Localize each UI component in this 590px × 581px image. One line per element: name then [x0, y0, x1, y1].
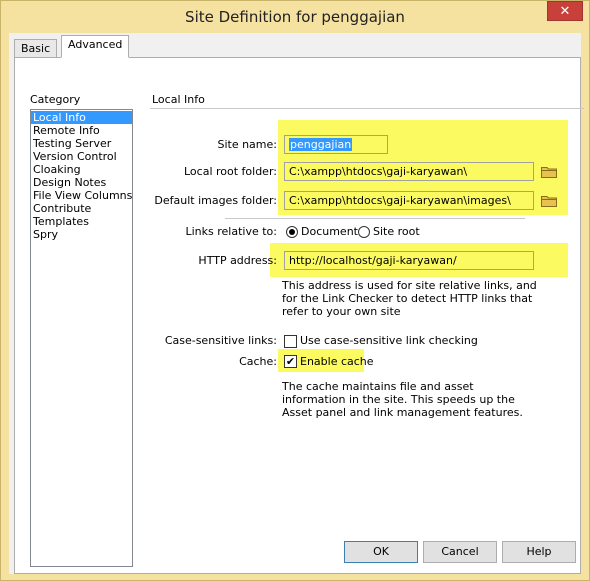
http-address-label: HTTP address: [198, 254, 277, 267]
http-help-text: This address is used for site relative l… [282, 279, 537, 318]
links-relative-label: Links relative to: [185, 225, 278, 238]
case-sensitive-label: Case-sensitive links: [164, 334, 277, 347]
dialog-client: Basic Advanced Category Local Info Remot… [9, 33, 584, 574]
radio-document[interactable] [286, 226, 298, 238]
category-item-cloaking[interactable]: Cloaking [31, 163, 132, 176]
radio-site-root-label: Site root [373, 225, 420, 238]
category-list[interactable]: Local Info Remote Info Testing Server Ve… [30, 109, 133, 567]
case-sensitive-checkbox[interactable] [284, 335, 297, 348]
category-item-version-control[interactable]: Version Control [31, 150, 132, 163]
tab-advanced[interactable]: Advanced [61, 35, 130, 58]
site-name-field[interactable]: penggajian [284, 135, 388, 154]
folder-icon[interactable] [541, 166, 557, 178]
default-images-field[interactable]: C:\xampp\htdocs\gaji-karyawan\images\ [284, 191, 534, 210]
cache-option-label: Enable cache [300, 355, 374, 368]
section-title: Local Info [152, 93, 205, 106]
window-title: Site Definition for penggajian [185, 8, 405, 26]
category-item-testing-server[interactable]: Testing Server [31, 137, 132, 150]
close-button[interactable]: ✕ [547, 1, 583, 21]
advanced-panel: Category Local Info Remote Info Testing … [14, 57, 584, 574]
category-item-design-notes[interactable]: Design Notes [31, 176, 132, 189]
help-button[interactable]: Help [502, 541, 576, 563]
default-images-label: Default images folder: [154, 194, 277, 207]
check-icon: ✔ [285, 355, 296, 368]
cache-label: Cache: [239, 355, 277, 368]
category-item-contribute[interactable]: Contribute [31, 202, 132, 215]
site-name-label: Site name: [217, 138, 277, 151]
tab-basic[interactable]: Basic [14, 39, 58, 57]
cache-checkbox[interactable]: ✔ [284, 355, 297, 368]
local-root-label: Local root folder: [183, 165, 277, 178]
category-item-spry[interactable]: Spry [31, 228, 132, 241]
cache-help-text: The cache maintains file and asset infor… [282, 380, 523, 419]
radio-document-label: Document [301, 225, 358, 238]
section-divider [150, 108, 584, 109]
category-item-templates[interactable]: Templates [31, 215, 132, 228]
local-root-field[interactable]: C:\xampp\htdocs\gaji-karyawan\ [284, 162, 534, 181]
category-heading: Category [30, 93, 81, 106]
cancel-button[interactable]: Cancel [423, 541, 497, 563]
category-item-remote-info[interactable]: Remote Info [31, 124, 132, 137]
site-name-value: penggajian [289, 138, 353, 151]
path-divider [225, 218, 525, 219]
close-icon: ✕ [559, 4, 571, 19]
category-item-local-info[interactable]: Local Info [31, 111, 132, 124]
case-sensitive-option-label: Use case-sensitive link checking [300, 334, 478, 347]
category-item-file-view-columns[interactable]: File View Columns [31, 189, 132, 202]
folder-icon[interactable] [541, 195, 557, 207]
dialog-window: Site Definition for penggajian ✕ Basic A… [0, 0, 590, 581]
http-address-field[interactable]: http://localhost/gaji-karyawan/ [284, 251, 534, 270]
ok-button[interactable]: OK [344, 541, 418, 563]
radio-site-root[interactable] [358, 226, 370, 238]
